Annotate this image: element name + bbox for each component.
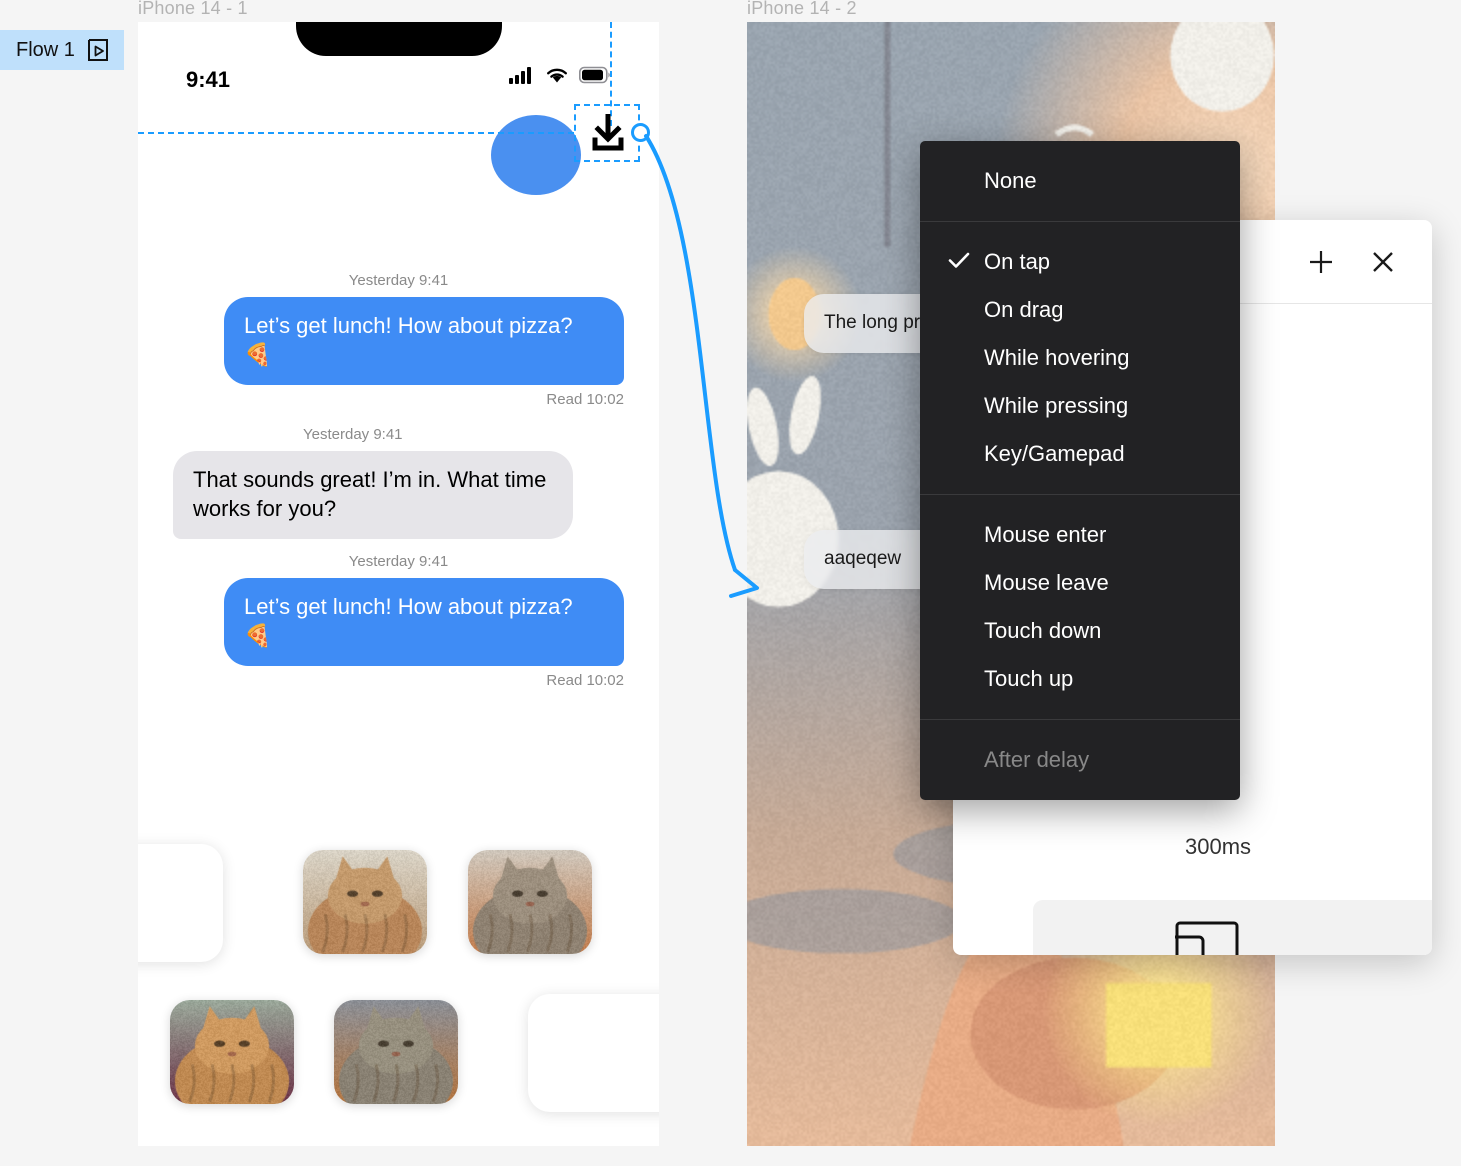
cat-photo-sleeping[interactable]	[170, 1000, 294, 1104]
close-panel-button[interactable]	[1366, 245, 1400, 279]
message-row: Let’s get lunch! How about pizza? 🍕	[138, 578, 659, 666]
message-timestamp: Yesterday 9:41	[138, 553, 659, 570]
menu-group: On tap On drag While hovering While pressin…	[920, 221, 1240, 494]
menu-item-label: Touch up	[984, 666, 1073, 692]
cat-photo-squint[interactable]	[303, 850, 427, 954]
message-group: Yesterday 9:41 That sounds great! I’m in…	[138, 426, 659, 539]
status-time: 9:41	[186, 67, 230, 93]
frame-label-1[interactable]: iPhone 14 - 1	[138, 0, 248, 19]
menu-item-key-gamepad[interactable]: Key/Gamepad	[920, 430, 1240, 478]
flow-badge-label: Flow 1	[16, 39, 75, 62]
message-timestamp: Yesterday 9:41	[138, 272, 659, 289]
menu-item-label: After delay	[984, 747, 1089, 773]
cat-photo-tabby[interactable]	[468, 850, 592, 954]
play-frame-icon[interactable]	[86, 38, 110, 62]
menu-item-touch-down[interactable]: Touch down	[920, 607, 1240, 655]
menu-item-label: Key/Gamepad	[984, 441, 1125, 467]
plus-icon	[1307, 248, 1335, 276]
menu-item-while-hovering[interactable]: While hovering	[920, 334, 1240, 382]
cellular-signal-icon	[509, 66, 535, 84]
message-bubble[interactable]: That sounds great! I’m in. What time wor…	[173, 451, 573, 539]
menu-item-label: Touch down	[984, 618, 1101, 644]
menu-item-label: While pressing	[984, 393, 1128, 419]
animation-duration-value[interactable]: 300ms	[1185, 834, 1251, 860]
menu-item-label: On drag	[984, 297, 1064, 323]
prototype-connector-handle[interactable]	[631, 123, 650, 142]
photo-grid[interactable]	[138, 822, 659, 1142]
close-icon	[1369, 248, 1397, 276]
flow-starting-point-badge[interactable]: Flow 1	[0, 30, 124, 70]
status-icons	[509, 66, 611, 84]
message-receipt: Read 10:02	[138, 672, 659, 689]
avatar-circle[interactable]	[491, 115, 581, 195]
menu-item-touch-up[interactable]: Touch up	[920, 655, 1240, 703]
menu-item-while-pressing[interactable]: While pressing	[920, 382, 1240, 430]
alignment-guide-horizontal	[138, 132, 574, 134]
check-icon	[948, 249, 970, 275]
message-row: Let’s get lunch! How about pizza? 🍕	[138, 297, 659, 385]
wifi-icon	[545, 66, 569, 84]
message-receipt: Read 10:02	[138, 391, 659, 408]
menu-item-label: Mouse leave	[984, 570, 1109, 596]
menu-item-after-delay: After delay	[920, 736, 1240, 784]
add-interaction-button[interactable]	[1304, 245, 1338, 279]
message-bubble[interactable]: Let’s get lunch! How about pizza? 🍕	[224, 578, 624, 666]
menu-item-label: None	[984, 168, 1037, 194]
menu-group: Mouse enter Mouse leave Touch down Touch up	[920, 494, 1240, 719]
menu-item-none[interactable]: None	[920, 157, 1240, 205]
design-canvas[interactable]: iPhone 14 - 1 iPhone 14 - 2 9:41 Yesterd…	[0, 0, 1461, 1166]
menu-group: None	[920, 141, 1240, 221]
notch	[296, 22, 502, 56]
menu-item-on-drag[interactable]: On drag	[920, 286, 1240, 334]
message-group: Yesterday 9:41 Let’s get lunch! How abou…	[138, 553, 659, 689]
menu-item-on-tap[interactable]: On tap	[920, 238, 1240, 286]
list-layout-icon	[1175, 921, 1239, 955]
menu-item-mouse-leave[interactable]: Mouse leave	[920, 559, 1240, 607]
empty-card[interactable]	[138, 844, 223, 962]
menu-group: After delay	[920, 719, 1240, 800]
message-list: Yesterday 9:41 Let’s get lunch! How abou…	[138, 272, 659, 707]
download-icon[interactable]	[589, 114, 627, 159]
empty-card[interactable]	[528, 994, 659, 1112]
battery-icon	[579, 66, 611, 84]
cat-photo-yawning[interactable]	[334, 1000, 458, 1104]
frame-iphone-14-1[interactable]: 9:41 Yesterday 9:41 Let’s get lunch! How…	[138, 22, 659, 1146]
trigger-type-dropdown-menu[interactable]: None On tap On drag While hovering While pre…	[920, 141, 1240, 800]
message-group: Yesterday 9:41 Let’s get lunch! How abou…	[138, 272, 659, 408]
menu-item-label: While hovering	[984, 345, 1130, 371]
message-bubble[interactable]: Let’s get lunch! How about pizza? 🍕	[224, 297, 624, 385]
menu-item-label: On tap	[984, 249, 1050, 275]
message-timestamp: Yesterday 9:41	[138, 426, 659, 443]
frame-label-2[interactable]: iPhone 14 - 2	[747, 0, 857, 19]
menu-item-label: Mouse enter	[984, 522, 1106, 548]
menu-item-mouse-enter[interactable]: Mouse enter	[920, 511, 1240, 559]
status-bar: 9:41	[138, 22, 659, 104]
message-row: That sounds great! I’m in. What time wor…	[138, 451, 659, 539]
